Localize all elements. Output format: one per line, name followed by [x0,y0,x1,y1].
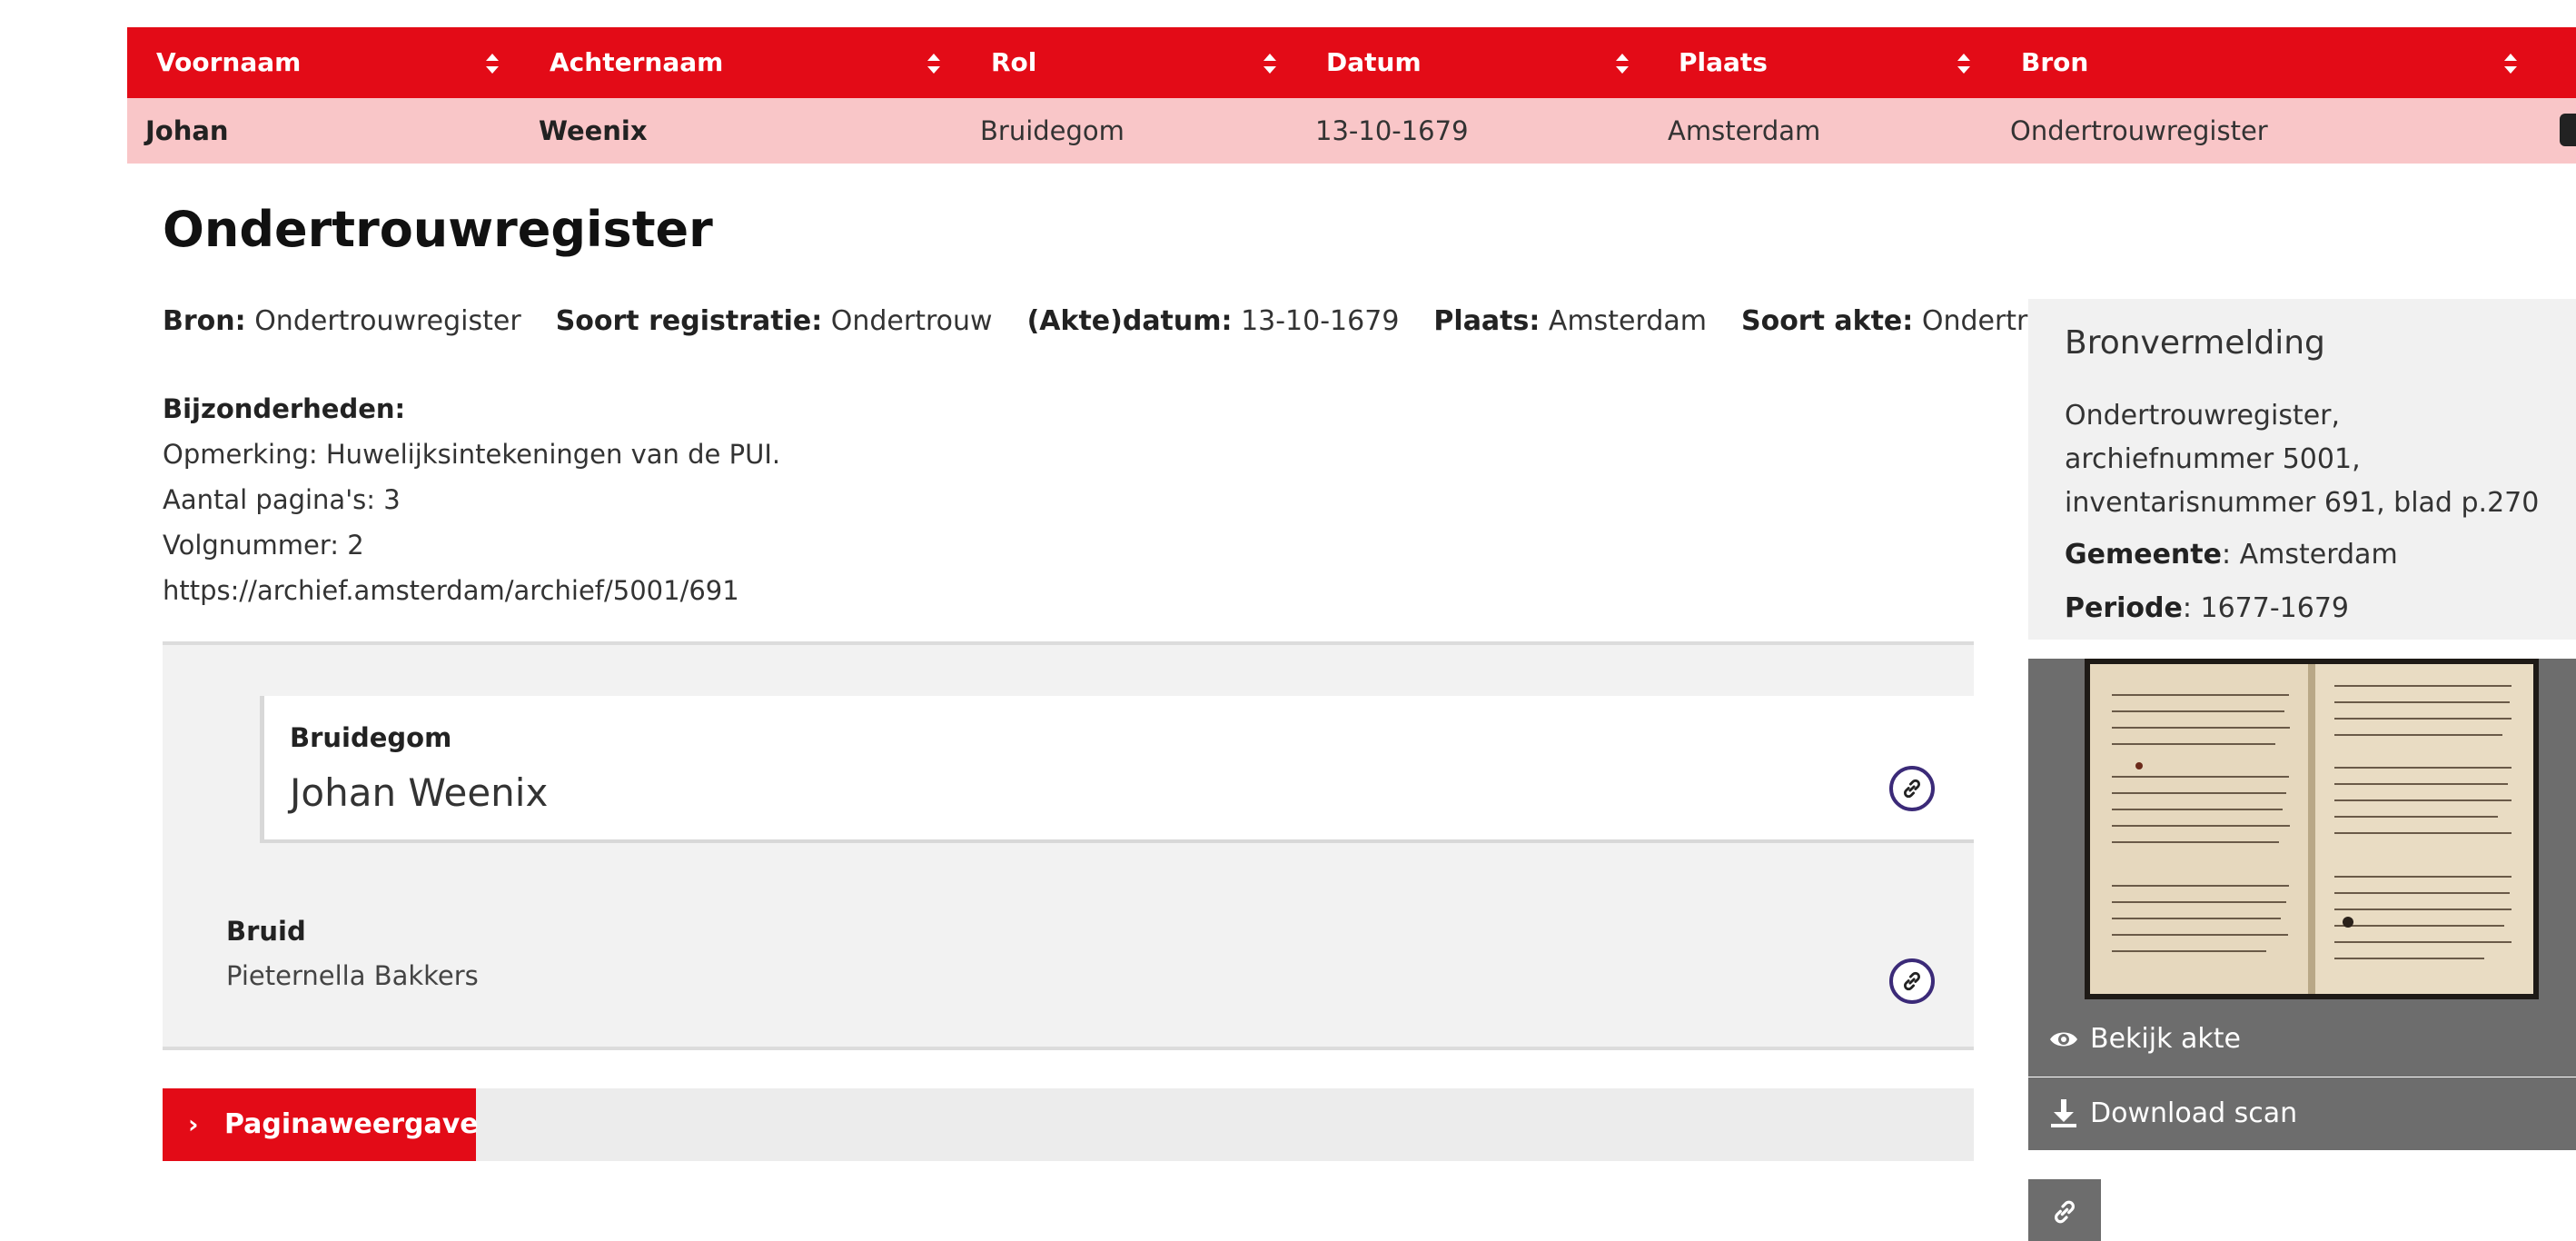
gemeente-label: Gemeente [2065,539,2222,571]
eye-icon [2050,1032,2077,1047]
sort-icon[interactable] [1955,27,1973,98]
record-meta: Bron: Ondertrouwregister Soort registrati… [163,303,2084,340]
cell-bron: Ondertrouwregister [2010,115,2268,146]
link-icon [1903,971,1921,991]
download-scan-label: Download scan [2090,1097,2298,1129]
person-link-button[interactable] [1889,766,1935,811]
column-header-bron[interactable]: Bron [2021,27,2088,98]
column-header-achternaam[interactable]: Achternaam [550,27,723,98]
sort-icon[interactable] [1613,27,1631,98]
scan-thumbnail[interactable] [2085,659,2539,999]
cell-achternaam: Weenix [539,115,648,146]
detail-aantal-paginas: Aantal pagina's: 3 [163,484,401,515]
cell-voornaam: Johan [145,115,229,146]
sort-icon[interactable] [483,27,501,98]
person-role: Bruidegom [290,722,452,753]
detail-archive-url[interactable]: https://archief.amsterdam/archief/5001/6… [163,572,739,609]
meta-label-aktedatum: (Akte)datum: [1026,305,1233,337]
periode-value: : 1677-1679 [2182,592,2350,624]
meta-label-bron: Bron: [163,305,246,337]
column-header-datum[interactable]: Datum [1326,27,1422,98]
column-header-rol[interactable]: Rol [991,27,1036,98]
details-heading: Bijzonderheden: [163,393,406,424]
meta-label-soort-registratie: Soort registratie: [555,305,823,337]
chevron-right-icon: › [188,1109,199,1139]
camera-icon[interactable] [2560,114,2576,146]
link-icon [1903,779,1921,799]
person-link-button[interactable] [1889,958,1935,1004]
person-name: Johan Weenix [290,770,549,815]
table-row[interactable]: Johan Weenix Bruidegom 13-10-1679 Amster… [127,98,2576,164]
meta-value-soort-registratie: Ondertrouw [830,305,993,337]
bronvermelding-gemeente: Gemeente: Amsterdam [2065,536,2398,574]
paginaweergave-label: Paginaweergave [224,1108,479,1140]
column-header-voornaam[interactable]: Voornaam [156,27,301,98]
meta-value-bron: Ondertrouwregister [254,305,521,337]
bronvermelding-title: Bronvermelding [2065,324,2325,362]
detail-opmerking: Opmerking: Huwelijksintekeningen van de … [163,439,781,470]
page-title: Ondertrouwregister [163,201,713,258]
detail-volgnummer: Volgnummer: 2 [163,530,364,561]
bronvermelding-text: Ondertrouwregister, archiefnummer 5001, … [2065,400,2540,519]
download-icon [2051,1099,2076,1127]
cell-rol: Bruidegom [980,115,1125,146]
meta-label-soort-akte: Soort akte: [1740,305,1914,337]
column-header-plaats[interactable]: Plaats [1679,27,1768,98]
cell-datum: 13-10-1679 [1315,115,1469,146]
link-icon [2055,1200,2075,1224]
sort-icon[interactable] [925,27,943,98]
periode-label: Periode [2065,592,2183,624]
bekijk-akte-button[interactable]: Bekijk akte [2028,1004,2576,1075]
sort-icon[interactable] [2502,27,2520,98]
sort-icon[interactable] [1261,27,1279,98]
paginaweergave-button[interactable]: › Paginaweergave [163,1088,479,1161]
cell-plaats: Amsterdam [1668,115,1821,146]
person-name: Pieternella Bakkers [226,960,479,991]
person-role: Bruid [226,916,306,947]
meta-value-plaats: Amsterdam [1548,305,1707,337]
meta-value-aktedatum: 13-10-1679 [1241,305,1400,337]
copy-link-button[interactable] [2028,1179,2101,1241]
gemeente-value: : Amsterdam [2221,539,2398,571]
bronvermelding-periode: Periode: 1677-1679 [2065,590,2349,628]
results-table-header: Voornaam Achternaam Rol Datum Plaats Bro… [127,27,2576,98]
meta-label-plaats: Plaats: [1433,305,1541,337]
download-scan-button[interactable]: Download scan [2028,1077,2576,1150]
bekijk-akte-label: Bekijk akte [2090,1023,2241,1055]
